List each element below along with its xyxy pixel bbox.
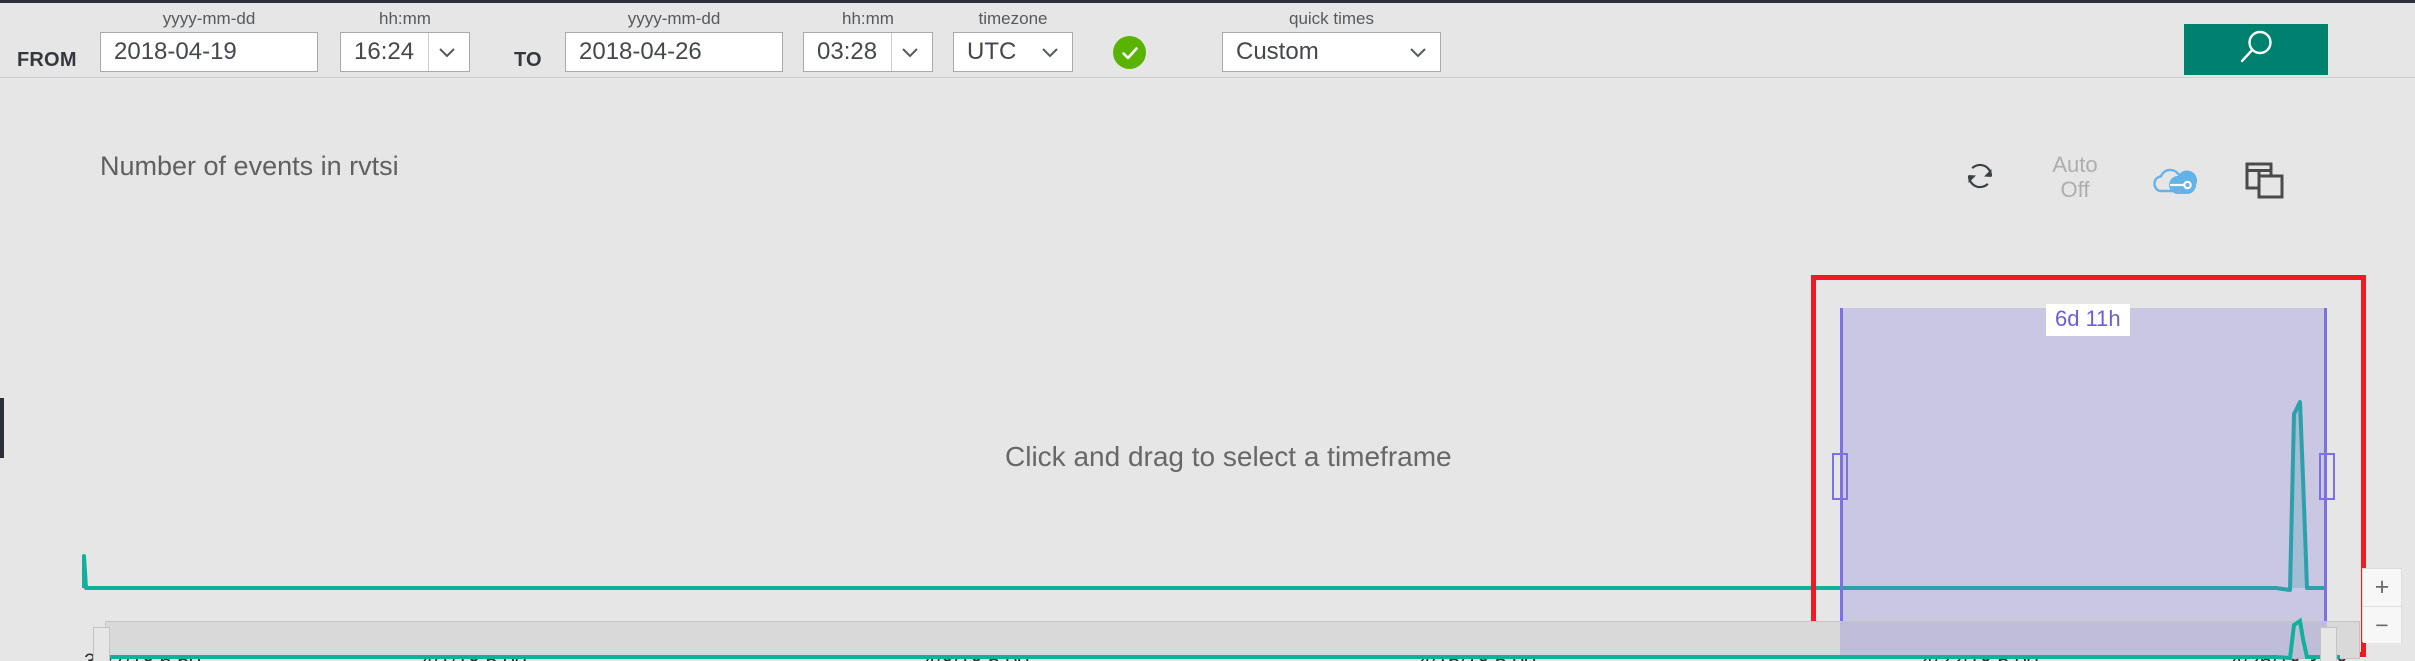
drag-prompt-text: Click and drag to select a timeframe bbox=[1005, 441, 1452, 472]
to-date-input[interactable]: 2018-04-26 bbox=[565, 32, 783, 72]
selection-grip-right[interactable] bbox=[2319, 453, 2335, 500]
timezone-select[interactable]: UTC bbox=[953, 32, 1073, 72]
from-time-input[interactable]: 16:24 bbox=[340, 32, 470, 72]
to-time-divider bbox=[891, 33, 892, 71]
search-icon bbox=[2233, 25, 2279, 74]
search-button[interactable] bbox=[2184, 24, 2328, 75]
zoom-in-button[interactable]: + bbox=[2363, 569, 2401, 606]
scrollbar-series-preview bbox=[0, 613, 2415, 661]
scrollbar-thumb-right[interactable] bbox=[2320, 627, 2337, 661]
chevron-down-icon[interactable] bbox=[1037, 39, 1063, 65]
time-range-scrollbar[interactable] bbox=[0, 613, 2415, 661]
from-label: FROM bbox=[17, 49, 77, 71]
chevron-down-icon[interactable] bbox=[1405, 39, 1431, 65]
selection-grip-left[interactable] bbox=[1832, 453, 1848, 500]
quick-times-value: Custom bbox=[1236, 38, 1319, 65]
validation-status-icon bbox=[1113, 36, 1146, 69]
to-time-caption: hh:mm bbox=[842, 9, 894, 28]
chevron-down-icon[interactable] bbox=[897, 39, 923, 65]
timeseries-explorer-screen: FROM yyyy-mm-dd 2018-04-19 hh:mm 16:24 T… bbox=[0, 0, 2415, 661]
events-chart-panel: Number of events in rvtsi Auto Off Click… bbox=[0, 78, 2415, 661]
from-date-value: 2018-04-19 bbox=[114, 38, 237, 65]
time-range-toolbar: FROM yyyy-mm-dd 2018-04-19 hh:mm 16:24 T… bbox=[0, 0, 2415, 78]
from-date-caption: yyyy-mm-dd bbox=[162, 9, 256, 28]
from-date-input[interactable]: 2018-04-19 bbox=[100, 32, 318, 72]
to-date-caption: yyyy-mm-dd bbox=[627, 9, 721, 28]
timezone-value: UTC bbox=[967, 38, 1017, 65]
from-time-value: 16:24 bbox=[354, 38, 415, 65]
selection-duration-tooltip: 6d 11h bbox=[2046, 304, 2130, 336]
to-time-value: 03:28 bbox=[817, 38, 878, 65]
scrollbar-thumb-left[interactable] bbox=[93, 627, 110, 661]
from-time-divider bbox=[428, 33, 429, 71]
chevron-down-icon[interactable] bbox=[434, 39, 460, 65]
to-time-input[interactable]: 03:28 bbox=[803, 32, 933, 72]
to-label: TO bbox=[514, 49, 542, 71]
to-date-value: 2018-04-26 bbox=[579, 38, 702, 65]
timezone-caption: timezone bbox=[978, 9, 1048, 28]
timeframe-selection-region[interactable] bbox=[1832, 308, 2335, 640]
auto-refresh-label-line1: Auto bbox=[2052, 152, 2098, 177]
from-time-caption: hh:mm bbox=[379, 9, 431, 28]
quick-times-select[interactable]: Custom bbox=[1222, 32, 1441, 72]
quick-times-caption: quick times bbox=[1288, 9, 1375, 28]
